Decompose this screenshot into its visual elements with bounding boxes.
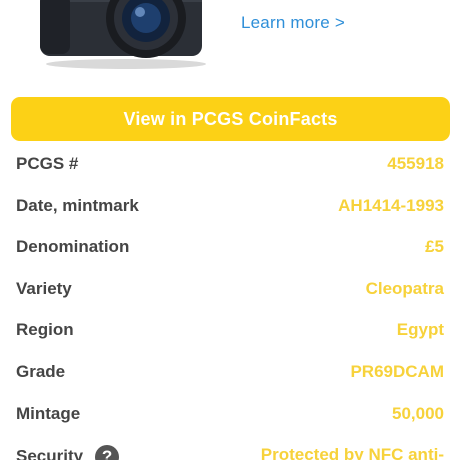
coin-detail-page: Learn more > View in PCGS CoinFacts PCGS…	[0, 0, 460, 460]
detail-row-security: Security? Protected by NFC anti-	[0, 435, 460, 460]
learn-more-link[interactable]: Learn more >	[241, 13, 345, 33]
detail-label: Variety	[16, 278, 72, 298]
coin-details-list: PCGS # 455918 Date, mintmark AH1414-1993…	[0, 144, 460, 460]
detail-label: Region	[16, 320, 74, 340]
detail-value: PR69DCAM	[350, 361, 444, 381]
detail-value: £5	[425, 237, 444, 257]
help-icon[interactable]: ?	[95, 445, 120, 460]
security-label-text: Security	[16, 446, 84, 460]
detail-value: Protected by NFC anti-	[260, 445, 444, 460]
detail-label: PCGS #	[16, 154, 79, 173]
detail-label: Denomination	[16, 237, 130, 257]
detail-row-pcgs-number: PCGS # 455918	[0, 144, 460, 186]
view-coinfacts-button[interactable]: View in PCGS CoinFacts	[11, 97, 450, 141]
detail-value: 50,000	[392, 403, 444, 423]
detail-row-mintage: Mintage 50,000	[0, 394, 460, 436]
detail-row-variety: Variety Cleopatra	[0, 269, 460, 311]
detail-value: Egypt	[396, 320, 444, 340]
detail-value: 455918	[387, 154, 444, 173]
detail-label: Grade	[16, 361, 66, 381]
ad-banner[interactable]: Learn more >	[0, 0, 460, 82]
detail-label: Security?	[16, 445, 120, 460]
detail-value: Cleopatra	[365, 278, 444, 298]
detail-row-date-mintmark: Date, mintmark AH1414-1993	[0, 186, 460, 228]
detail-row-denomination: Denomination £5	[0, 227, 460, 269]
camera-icon	[40, 0, 206, 69]
detail-row-grade: Grade PR69DCAM	[0, 352, 460, 394]
detail-label: Date, mintmark	[16, 195, 139, 215]
detail-value: AH1414-1993	[338, 195, 444, 215]
detail-row-region: Region Egypt	[0, 310, 460, 352]
detail-label: Mintage	[16, 403, 81, 423]
